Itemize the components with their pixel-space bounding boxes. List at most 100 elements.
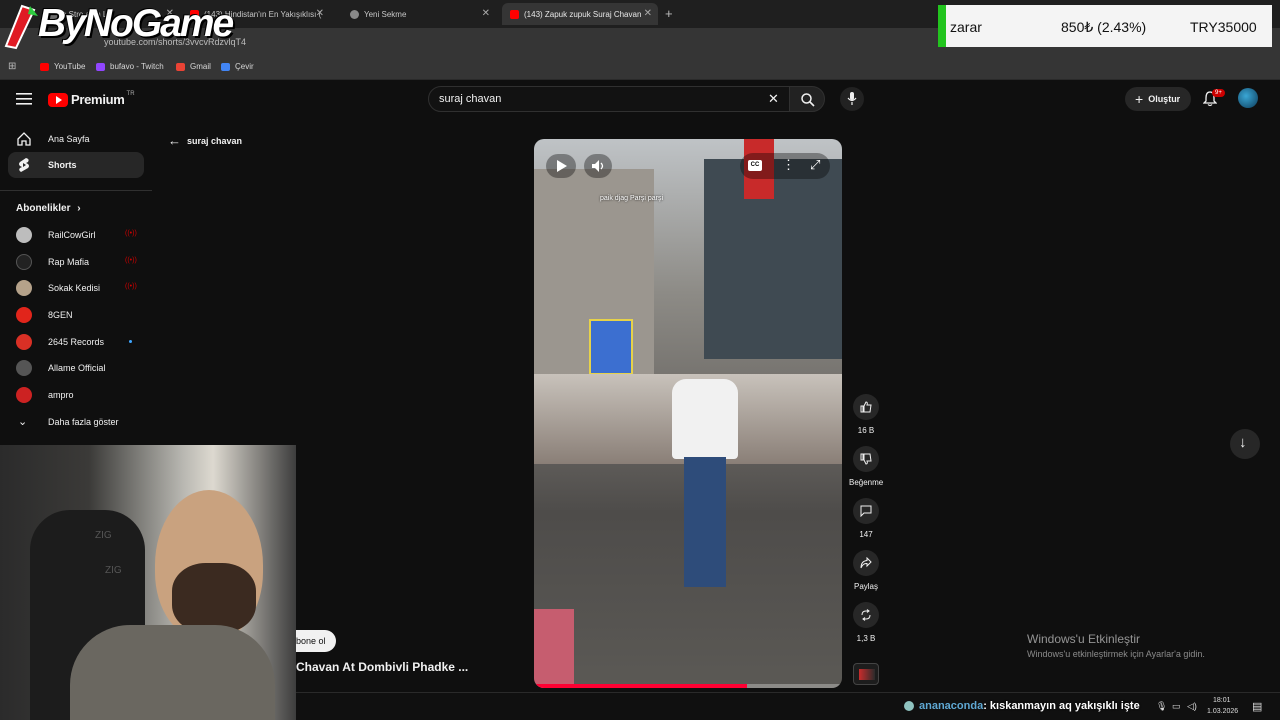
comments-button[interactable]: [853, 498, 879, 524]
subscription-item[interactable]: Allame Official: [16, 359, 140, 379]
ticker-label: zarar: [950, 19, 982, 35]
video-foreground: [534, 609, 574, 688]
chat-user-badge-icon: [904, 701, 914, 711]
subscription-item[interactable]: 2645 Records: [16, 333, 140, 353]
menu-icon[interactable]: [16, 93, 32, 105]
avatar: [16, 227, 32, 243]
subscription-item[interactable]: RailCowGirl ((•)): [16, 226, 140, 246]
remix-action[interactable]: 1,3 B: [849, 602, 883, 643]
windows-activation-subtitle: Windows'u etkinleştirmek için Ayarlar'a …: [1027, 649, 1205, 659]
dislike-button[interactable]: [853, 446, 879, 472]
share-button[interactable]: [853, 550, 879, 576]
like-button[interactable]: [853, 394, 879, 420]
tab-label: (143) Zapuk zupuk Suraj Chavan: [524, 9, 642, 19]
captions-icon[interactable]: CC: [748, 160, 762, 171]
chair-logo: ZIG: [105, 565, 122, 576]
arrow-down-icon: ↓: [1239, 434, 1247, 451]
clear-search-icon[interactable]: ✕: [768, 91, 779, 107]
twitch-icon: [96, 62, 105, 71]
sidebar-divider: [0, 190, 152, 191]
apps-grid-icon[interactable]: ⊞: [8, 61, 16, 72]
youtube-favicon-icon: [510, 9, 519, 19]
taskbar-time[interactable]: 18:01: [1213, 697, 1231, 704]
chat-username: ananaconda: [919, 700, 984, 712]
dislike-action[interactable]: Beğenme: [849, 446, 883, 487]
youtube-logo-icon: [48, 92, 68, 107]
streamer-webcam: ZIG ZIG: [0, 445, 296, 720]
sound-thumbnail[interactable]: [853, 663, 879, 685]
subscribe-button[interactable]: bone ol: [296, 630, 336, 652]
remix-button[interactable]: [853, 602, 879, 628]
avatar: [16, 307, 32, 323]
bookmark-twitch[interactable]: bufavo - Twitch: [96, 62, 164, 71]
avatar: [16, 254, 32, 270]
tab-active-short[interactable]: (143) Zapuk zupuk Suraj Chavan ✕: [502, 3, 658, 25]
share-action[interactable]: Paylaş: [849, 550, 883, 591]
back-to-search-link[interactable]: ← suraj chavan: [168, 133, 242, 148]
more-options-icon[interactable]: ⋮: [782, 157, 795, 173]
show-more-button[interactable]: ⌄ Daha fazla göster: [16, 413, 140, 433]
chevron-right-icon: ›: [77, 203, 81, 214]
close-tab-icon[interactable]: ✕: [644, 8, 652, 19]
like-action[interactable]: 16 B: [849, 394, 883, 435]
chat-text: : kıskanmayın aq yakışıklı işte: [983, 700, 1140, 712]
region-label: TR: [126, 90, 135, 97]
new-content-dot: [129, 340, 132, 343]
create-button[interactable]: + Oluştur: [1125, 87, 1191, 111]
comment-count: 147: [859, 530, 873, 539]
avatar: [16, 360, 32, 376]
youtube-premium-logo[interactable]: Premium TR: [48, 90, 135, 107]
voice-search-button[interactable]: [840, 87, 864, 111]
notifications-tray-icon[interactable]: ▤: [1252, 700, 1262, 713]
microphone-tray-icon[interactable]: 🎙: [1156, 701, 1167, 712]
video-caption: paik djag Parşi parşi: [600, 195, 664, 202]
ticker-change: 850₺ (2.43%): [1061, 19, 1147, 35]
live-indicator-icon: ((•)): [125, 230, 137, 237]
comments-action[interactable]: 147: [849, 498, 883, 539]
subscription-name: Sokak Kedisi: [48, 283, 101, 293]
chrome-favicon-icon: [350, 9, 359, 19]
subscription-item[interactable]: Rap Mafia ((•)): [16, 253, 140, 273]
video-progress-track[interactable]: [534, 684, 842, 688]
sidebar-item-home[interactable]: Ana Sayfa: [8, 126, 144, 152]
next-short-button[interactable]: ↓: [1230, 429, 1260, 459]
subscriptions-header[interactable]: Abonelikler ›: [16, 203, 81, 214]
subscription-item[interactable]: 8GEN: [16, 306, 140, 326]
network-tray-icon[interactable]: ▭: [1172, 701, 1181, 712]
short-title[interactable]: Chavan At Dombivli Phadke ...: [296, 660, 468, 674]
volume-icon: [592, 160, 604, 172]
streamer-beard: [172, 563, 256, 633]
stream-logo: ByNoGame: [0, 0, 240, 52]
search-input[interactable]: suraj chavan: [439, 93, 501, 105]
tab-new[interactable]: Yeni Sekme ✕: [342, 3, 496, 25]
play-button[interactable]: [546, 154, 576, 178]
microphone-icon: [847, 92, 857, 105]
bookmark-gmail[interactable]: Gmail: [176, 62, 211, 71]
remix-count: 1,3 B: [856, 634, 876, 643]
volume-button[interactable]: [584, 154, 612, 178]
search-button[interactable]: [789, 86, 825, 112]
subscription-item[interactable]: Sokak Kedisi ((•)): [16, 279, 140, 299]
sidebar-item-label: Ana Sayfa: [48, 134, 90, 144]
close-tab-icon[interactable]: ✕: [316, 8, 324, 19]
live-indicator-icon: ((•)): [125, 257, 137, 264]
dislike-label: Beğenme: [849, 478, 884, 487]
search-icon: [801, 93, 815, 107]
new-tab-icon[interactable]: +: [665, 6, 673, 21]
taskbar-date[interactable]: 1.03.2026: [1207, 708, 1238, 715]
account-avatar[interactable]: [1238, 88, 1258, 108]
remix-icon: [861, 609, 871, 621]
volume-tray-icon[interactable]: ◁): [1187, 701, 1197, 712]
short-video-player[interactable]: CC ⋮ ⤢ paik djag Parşi parşi: [534, 139, 842, 688]
chair-logo: ZIG: [95, 530, 112, 541]
gmail-icon: [176, 62, 185, 71]
bookmark-youtube[interactable]: YouTube: [40, 62, 85, 71]
subscription-item[interactable]: ampro: [16, 386, 140, 406]
fullscreen-icon[interactable]: ⤢: [810, 157, 820, 173]
logo-text: ByNoGame: [38, 2, 234, 45]
close-tab-icon[interactable]: ✕: [482, 8, 490, 19]
bookmark-translate[interactable]: Çevir: [221, 62, 254, 71]
windows-activation-title: Windows'u Etkinleştir: [1027, 632, 1140, 646]
subscription-name: 2645 Records: [48, 337, 105, 347]
sidebar-item-shorts[interactable]: Shorts: [8, 152, 144, 178]
